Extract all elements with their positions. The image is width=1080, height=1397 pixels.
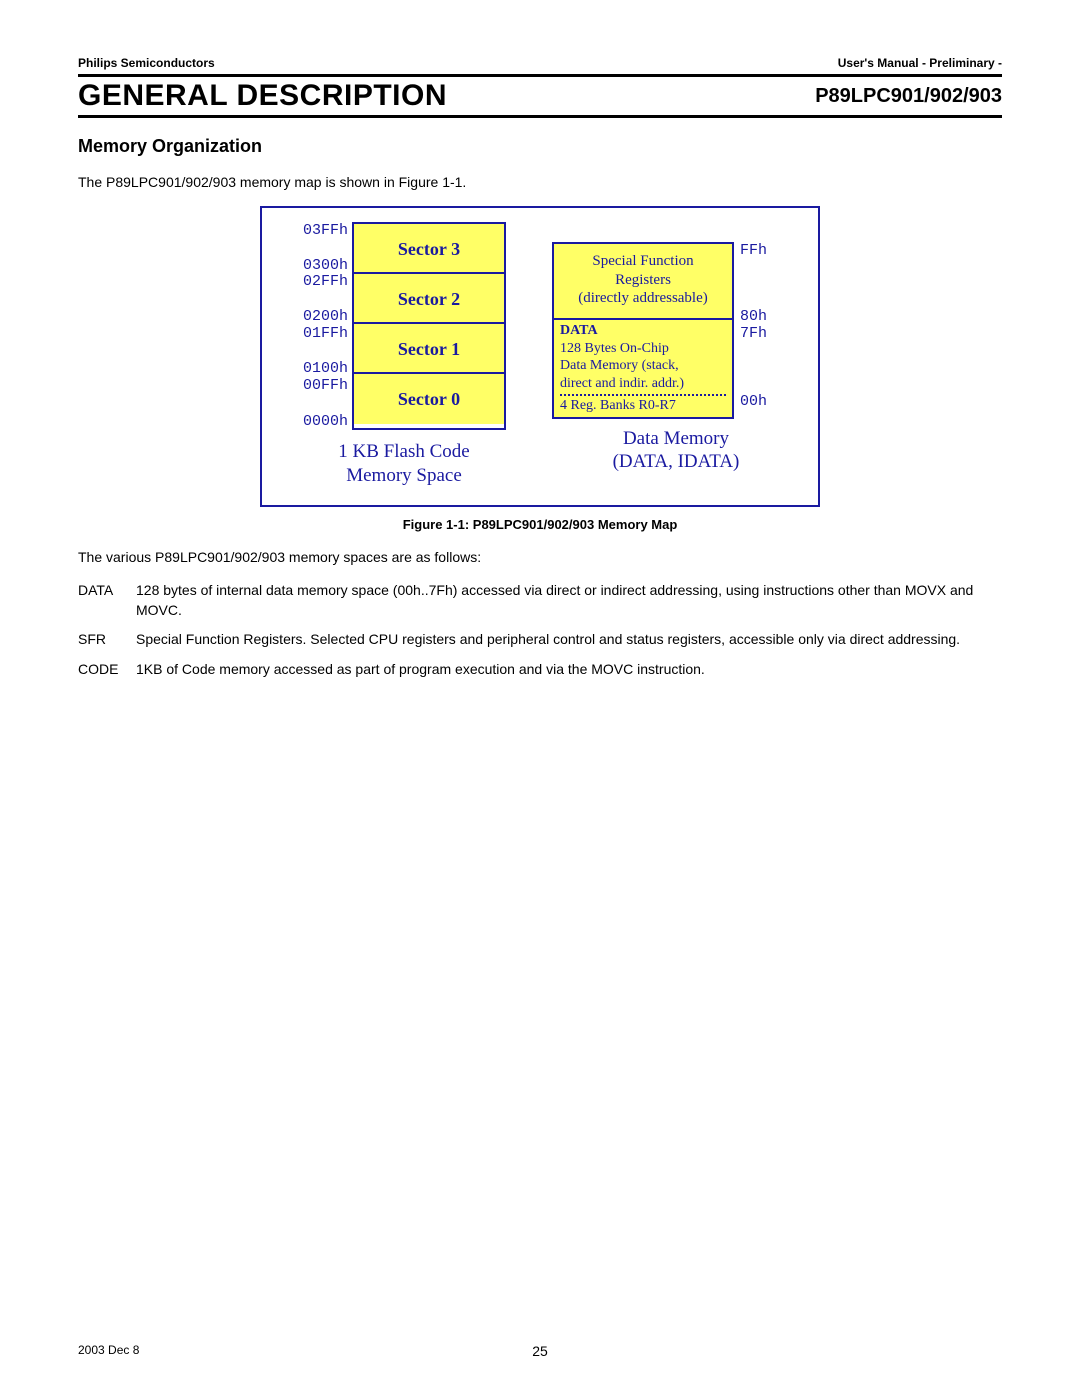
addr: 0000h xyxy=(280,413,348,430)
def-desc: Special Function Registers. Selected CPU… xyxy=(136,630,1002,650)
footer-date: 2003 Dec 8 xyxy=(78,1343,139,1357)
addr: 80h xyxy=(740,309,790,326)
addr: 00h xyxy=(740,393,790,410)
page: Philips Semiconductors User's Manual - P… xyxy=(0,0,1080,1397)
def-row: SFR Special Function Registers. Selected… xyxy=(78,630,1002,650)
addr: 0100h xyxy=(280,361,348,378)
data-caption-l1: Data Memory xyxy=(623,428,729,449)
sector: Sector 3 xyxy=(354,224,504,274)
data-address-labels: FFh 80h 7Fh 00h xyxy=(734,242,790,410)
flash-column: 03FFh 0300h 02FFh 0200h 01FFh 0100h 00FF… xyxy=(280,222,528,488)
data-memory-block: Special Function Registers (directly add… xyxy=(552,242,734,419)
addr: 03FFh xyxy=(280,222,348,239)
flash-sectors: Sector 3 Sector 2 Sector 1 Sector 0 xyxy=(352,222,506,430)
definitions: DATA 128 bytes of internal data memory s… xyxy=(78,581,1002,679)
addr: 0300h xyxy=(280,258,348,275)
header-line: Philips Semiconductors User's Manual - P… xyxy=(78,56,1002,70)
def-term: CODE xyxy=(78,660,136,680)
addr: 7Fh xyxy=(740,326,790,343)
data-row: Special Function Registers (directly add… xyxy=(552,242,800,419)
sfr-l2: Registers xyxy=(615,272,671,288)
data-heading: DATA xyxy=(560,323,598,338)
memory-map-figure: 03FFh 0300h 02FFh 0200h 01FFh 0100h 00FF… xyxy=(260,206,820,508)
flash-caption-l1: 1 KB Flash Code xyxy=(338,441,469,462)
def-desc: 1KB of Code memory accessed as part of p… xyxy=(136,660,1002,680)
header-right: User's Manual - Preliminary - xyxy=(838,56,1002,70)
section-heading: Memory Organization xyxy=(78,136,1002,157)
page-number: 25 xyxy=(532,1343,548,1359)
title-bar: GENERAL DESCRIPTION P89LPC901/902/903 xyxy=(78,74,1002,118)
data-column: Special Function Registers (directly add… xyxy=(552,222,800,488)
reg-banks: 4 Reg. Banks R0-R7 xyxy=(560,394,726,415)
figure-caption: Figure 1-1: P89LPC901/902/903 Memory Map xyxy=(78,517,1002,532)
part-number: P89LPC901/902/903 xyxy=(815,85,1002,108)
sector: Sector 0 xyxy=(354,374,504,424)
flash-caption: 1 KB Flash Code Memory Space xyxy=(338,440,469,488)
addr: 01FFh xyxy=(280,326,348,343)
addr: FFh xyxy=(740,242,790,259)
def-term: SFR xyxy=(78,630,136,650)
data-caption: Data Memory (DATA, IDATA) xyxy=(613,427,740,475)
sector: Sector 1 xyxy=(354,324,504,374)
footer: 2003 Dec 8 25 xyxy=(78,1343,1002,1357)
data-l2: Data Memory (stack, xyxy=(560,358,679,373)
sfr-l1: Special Function xyxy=(592,253,693,269)
flash-address-labels: 03FFh 0300h 02FFh 0200h 01FFh 0100h 00FF… xyxy=(280,222,352,430)
addr: 00FFh xyxy=(280,378,348,395)
def-row: DATA 128 bytes of internal data memory s… xyxy=(78,581,1002,620)
header-left: Philips Semiconductors xyxy=(78,56,215,70)
sfr-l3: (directly addressable) xyxy=(578,290,708,306)
def-row: CODE 1KB of Code memory accessed as part… xyxy=(78,660,1002,680)
data-caption-l2: (DATA, IDATA) xyxy=(613,451,740,472)
data-block-lower: DATA 128 Bytes On-Chip Data Memory (stac… xyxy=(554,320,732,417)
data-l1: 128 Bytes On-Chip xyxy=(560,341,669,356)
addr: 0200h xyxy=(280,309,348,326)
sfr-block: Special Function Registers (directly add… xyxy=(554,244,732,320)
page-title: GENERAL DESCRIPTION xyxy=(78,79,447,113)
data-l3: direct and indir. addr.) xyxy=(560,376,684,391)
sector: Sector 2 xyxy=(354,274,504,324)
intro-text: The P89LPC901/902/903 memory map is show… xyxy=(78,173,1002,192)
flash-row: 03FFh 0300h 02FFh 0200h 01FFh 0100h 00FF… xyxy=(280,222,528,430)
addr: 02FFh xyxy=(280,274,348,291)
flash-caption-l2: Memory Space xyxy=(346,465,462,486)
spaces-intro: The various P89LPC901/902/903 memory spa… xyxy=(78,548,1002,567)
def-desc: 128 bytes of internal data memory space … xyxy=(136,581,1002,620)
def-term: DATA xyxy=(78,581,136,620)
